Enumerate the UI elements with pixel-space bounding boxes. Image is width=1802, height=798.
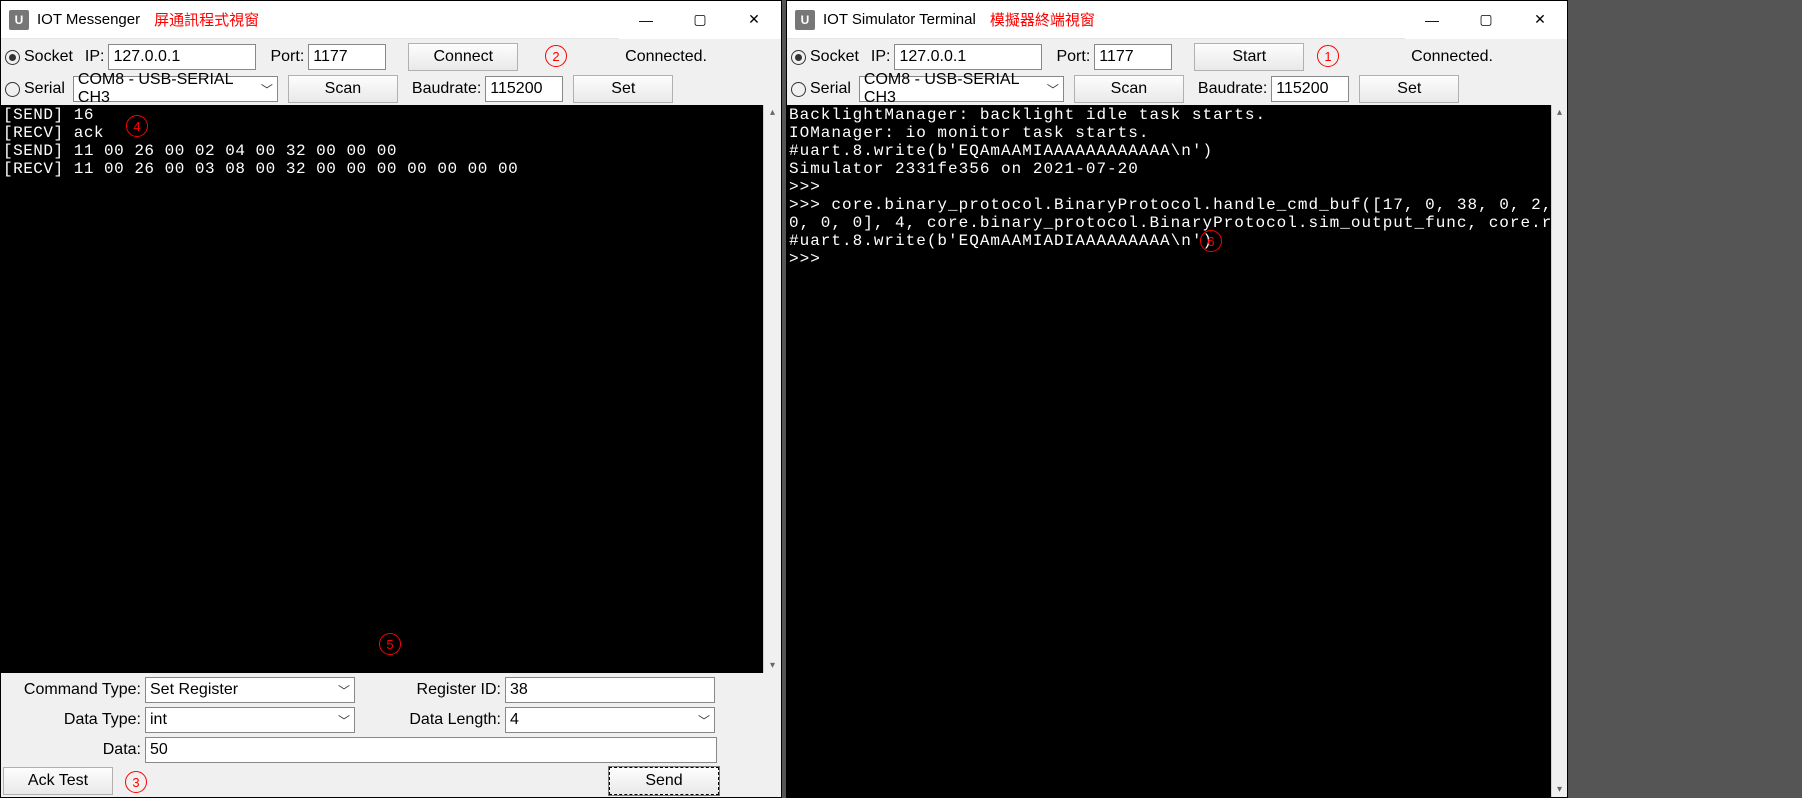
- annotation-2: 2: [545, 45, 567, 67]
- chevron-down-icon: ﹀: [338, 682, 350, 699]
- connect-button[interactable]: Connect: [408, 43, 518, 71]
- baudrate-label: Baudrate:: [1198, 80, 1267, 98]
- titlebar: U IOT Simulator Terminal 模擬器終端視窗 — ▢ ✕: [787, 1, 1567, 39]
- titlebar: U IOT Messenger 屏通訊程式視窗 — ▢ ✕: [1, 1, 781, 39]
- window-title: IOT Messenger: [37, 11, 140, 28]
- window-annotation: 模擬器終端視窗: [990, 9, 1095, 30]
- scroll-up-icon: ▴: [1557, 107, 1562, 118]
- radio-checked-icon: [791, 50, 806, 65]
- port-input[interactable]: [308, 44, 386, 70]
- minimize-button[interactable]: —: [1405, 1, 1459, 39]
- ip-input[interactable]: [894, 44, 1042, 70]
- set-baudrate-button[interactable]: Set: [573, 75, 673, 103]
- send-button[interactable]: Send: [609, 767, 719, 795]
- data-length-value: 4: [510, 711, 519, 729]
- command-type-value: Set Register: [150, 681, 238, 699]
- chevron-down-icon: ﹀: [698, 712, 710, 729]
- annotation-1: 1: [1317, 45, 1339, 67]
- socket-radio[interactable]: Socket: [791, 48, 859, 66]
- window-controls: — ▢ ✕: [619, 1, 781, 39]
- annotation-4: 4: [126, 115, 148, 137]
- data-length-select[interactable]: 4 ﹀: [505, 707, 715, 733]
- serial-label: Serial: [24, 80, 65, 98]
- data-input[interactable]: [145, 737, 717, 763]
- app-icon: U: [9, 10, 29, 30]
- console-area: BacklightManager: backlight idle task st…: [787, 105, 1567, 797]
- data-length-label: Data Length:: [355, 711, 505, 729]
- socket-label: Socket: [24, 48, 73, 66]
- set-baudrate-button[interactable]: Set: [1359, 75, 1459, 103]
- ip-label: IP:: [85, 48, 105, 66]
- socket-row: Socket IP: Port: Start Connected.: [791, 41, 1563, 73]
- close-button[interactable]: ✕: [727, 1, 781, 39]
- data-label: Data:: [5, 741, 145, 759]
- close-button[interactable]: ✕: [1513, 1, 1567, 39]
- window-title: IOT Simulator Terminal: [823, 11, 976, 28]
- radio-unchecked-icon: [5, 82, 20, 97]
- com-port-select[interactable]: COM8 - USB-SERIAL CH3 ﹀: [859, 76, 1064, 102]
- baudrate-input[interactable]: [485, 76, 563, 102]
- iot-simulator-window: U IOT Simulator Terminal 模擬器終端視窗 — ▢ ✕ S…: [786, 0, 1568, 798]
- chevron-down-icon: ﹀: [338, 712, 350, 729]
- baudrate-input[interactable]: [1271, 76, 1349, 102]
- console-area: [SEND] 16 [RECV] ack [SEND] 11 00 26 00 …: [1, 105, 781, 673]
- connection-toolbars: Socket IP: Port: Connect Connected. Seri…: [1, 39, 781, 105]
- serial-radio[interactable]: Serial: [5, 80, 65, 98]
- maximize-button[interactable]: ▢: [673, 1, 727, 39]
- socket-label: Socket: [810, 48, 859, 66]
- log-console[interactable]: [SEND] 16 [RECV] ack [SEND] 11 00 26 00 …: [1, 105, 763, 673]
- ip-input[interactable]: [108, 44, 256, 70]
- data-type-select[interactable]: int ﹀: [145, 707, 355, 733]
- annotation-6: 6: [1200, 230, 1222, 252]
- radio-unchecked-icon: [791, 82, 806, 97]
- maximize-button[interactable]: ▢: [1459, 1, 1513, 39]
- register-id-input[interactable]: [505, 677, 715, 703]
- scan-button[interactable]: Scan: [288, 75, 398, 103]
- data-type-value: int: [150, 711, 167, 729]
- port-input[interactable]: [1094, 44, 1172, 70]
- socket-radio[interactable]: Socket: [5, 48, 73, 66]
- data-type-label: Data Type:: [5, 711, 145, 729]
- socket-row: Socket IP: Port: Connect Connected.: [5, 41, 777, 73]
- scroll-down-icon: ▾: [770, 660, 775, 671]
- scan-button[interactable]: Scan: [1074, 75, 1184, 103]
- chevron-down-icon: ﹀: [1047, 81, 1059, 98]
- annotation-3: 3: [125, 771, 147, 793]
- ack-test-button[interactable]: Ack Test: [3, 767, 113, 795]
- baudrate-label: Baudrate:: [412, 80, 481, 98]
- serial-row: Serial COM8 - USB-SERIAL CH3 ﹀ Scan Baud…: [5, 73, 777, 105]
- serial-row: Serial COM8 - USB-SERIAL CH3 ﹀ Scan Baud…: [791, 73, 1563, 105]
- start-button[interactable]: Start: [1194, 43, 1304, 71]
- ip-label: IP:: [871, 48, 891, 66]
- scroll-up-icon: ▴: [770, 107, 775, 118]
- command-form: Command Type: Set Register ﹀ Register ID…: [1, 673, 781, 797]
- register-id-label: Register ID:: [355, 681, 505, 699]
- connection-status: Connected.: [625, 48, 707, 66]
- console-scrollbar[interactable]: ▴ ▾: [1551, 105, 1567, 797]
- command-type-label: Command Type:: [5, 681, 145, 699]
- terminal-console[interactable]: BacklightManager: backlight idle task st…: [787, 105, 1551, 797]
- window-controls: — ▢ ✕: [1405, 1, 1567, 39]
- chevron-down-icon: ﹀: [261, 81, 273, 98]
- scroll-down-icon: ▾: [1557, 784, 1562, 795]
- com-port-value: COM8 - USB-SERIAL CH3: [78, 71, 255, 107]
- app-icon: U: [795, 10, 815, 30]
- connection-toolbars: Socket IP: Port: Start Connected. Serial…: [787, 39, 1567, 105]
- port-label: Port:: [270, 48, 304, 66]
- window-annotation: 屏通訊程式視窗: [154, 9, 259, 30]
- com-port-select[interactable]: COM8 - USB-SERIAL CH3 ﹀: [73, 76, 278, 102]
- serial-label: Serial: [810, 80, 851, 98]
- minimize-button[interactable]: —: [619, 1, 673, 39]
- radio-checked-icon: [5, 50, 20, 65]
- console-scrollbar[interactable]: ▴ ▾: [763, 105, 781, 673]
- com-port-value: COM8 - USB-SERIAL CH3: [864, 71, 1041, 107]
- connection-status: Connected.: [1411, 48, 1493, 66]
- serial-radio[interactable]: Serial: [791, 80, 851, 98]
- annotation-5: 5: [379, 633, 401, 655]
- iot-messenger-window: U IOT Messenger 屏通訊程式視窗 — ▢ ✕ Socket IP:…: [0, 0, 782, 798]
- command-type-select[interactable]: Set Register ﹀: [145, 677, 355, 703]
- port-label: Port:: [1056, 48, 1090, 66]
